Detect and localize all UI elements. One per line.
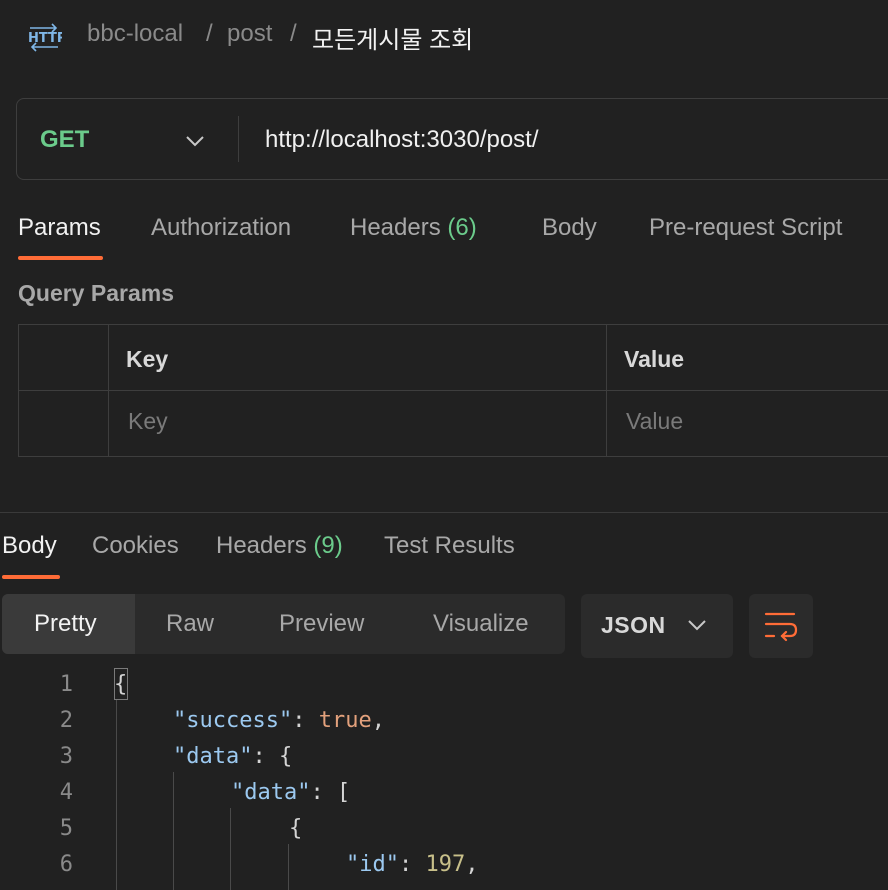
breadcrumb-request-name[interactable]: 모든게시물 조회 xyxy=(312,20,473,55)
table-border xyxy=(606,324,607,457)
json-brace: { xyxy=(114,672,128,697)
line-number: 4 xyxy=(59,780,73,805)
line-number: 5 xyxy=(59,816,73,841)
code-line: { xyxy=(289,816,302,841)
column-header-key: Key xyxy=(126,346,169,372)
breadcrumb-workspace[interactable]: bbc-local xyxy=(87,20,183,48)
code-line: "data": { xyxy=(173,744,292,769)
active-tab-indicator xyxy=(2,575,60,579)
tab-headers[interactable]: Headers (6) xyxy=(350,214,477,242)
tab-headers-label: Headers xyxy=(350,214,441,241)
wrap-lines-icon xyxy=(764,612,798,642)
url-input[interactable]: http://localhost:3030/post/ xyxy=(265,126,539,154)
column-header-value: Value xyxy=(624,346,685,372)
table-border xyxy=(18,456,888,457)
chevron-down-icon[interactable] xyxy=(184,130,206,152)
json-key: "data" xyxy=(173,744,253,769)
param-value-input[interactable]: Value xyxy=(626,408,683,435)
view-mode-raw[interactable]: Raw xyxy=(166,610,214,638)
breadcrumb-collection[interactable]: post xyxy=(227,20,272,48)
indent-guide xyxy=(288,844,289,890)
json-key: "data" xyxy=(231,780,311,805)
json-punct: , xyxy=(371,708,385,733)
view-mode-pretty[interactable]: Pretty xyxy=(34,610,97,638)
param-key-input[interactable]: Key xyxy=(128,408,168,435)
indent-guide xyxy=(173,772,174,890)
breadcrumb-separator: / xyxy=(290,20,297,47)
response-tab-body[interactable]: Body xyxy=(2,532,57,560)
json-brace: { xyxy=(289,816,303,841)
view-mode-preview[interactable]: Preview xyxy=(279,610,364,638)
tab-pre-request-script[interactable]: Pre-request Script xyxy=(649,214,842,242)
table-border xyxy=(108,324,109,457)
table-border xyxy=(18,390,888,391)
line-number: 2 xyxy=(59,708,73,733)
divider xyxy=(238,116,239,162)
tab-params[interactable]: Params xyxy=(18,214,101,242)
code-line: "data": [ xyxy=(231,780,350,805)
pane-divider[interactable] xyxy=(0,512,888,513)
query-params-title: Query Params xyxy=(18,280,174,306)
json-punct: : xyxy=(398,852,426,877)
json-key: "id" xyxy=(346,852,399,877)
breadcrumb-separator: / xyxy=(206,20,213,47)
json-punct: : xyxy=(292,708,319,733)
format-select-label: JSON xyxy=(601,612,666,638)
indent-guide xyxy=(116,700,117,890)
response-headers-count: (9) xyxy=(313,532,343,559)
tab-body[interactable]: Body xyxy=(542,214,597,242)
tab-authorization[interactable]: Authorization xyxy=(151,214,291,242)
chevron-down-icon xyxy=(688,620,706,631)
json-punct: , xyxy=(465,852,479,877)
code-line: { xyxy=(114,672,127,697)
headers-count: (6) xyxy=(447,214,477,241)
json-boolean: true xyxy=(318,708,372,733)
json-punct: : { xyxy=(252,744,293,769)
active-tab-indicator xyxy=(18,256,103,260)
response-tab-cookies[interactable]: Cookies xyxy=(92,532,179,560)
json-key: "success" xyxy=(173,708,293,733)
line-number: 6 xyxy=(59,852,73,877)
view-mode-visualize[interactable]: Visualize xyxy=(433,610,529,638)
line-number: 3 xyxy=(59,744,73,769)
response-tab-test-results[interactable]: Test Results xyxy=(384,532,515,560)
indent-guide xyxy=(230,808,231,890)
json-number: 197 xyxy=(425,852,466,877)
response-tab-headers-label: Headers xyxy=(216,532,307,559)
table-border xyxy=(18,324,888,325)
response-tab-headers[interactable]: Headers (9) xyxy=(216,532,343,560)
svg-text:HTTP: HTTP xyxy=(28,31,62,46)
line-number: 1 xyxy=(59,672,73,697)
table-border xyxy=(18,324,19,457)
http-icon: HTTP xyxy=(28,23,62,52)
code-line: "success": true, xyxy=(173,708,385,733)
code-line: "id": 197, xyxy=(346,852,478,877)
json-punct: : [ xyxy=(310,780,351,805)
method-select[interactable]: GET xyxy=(40,126,89,154)
